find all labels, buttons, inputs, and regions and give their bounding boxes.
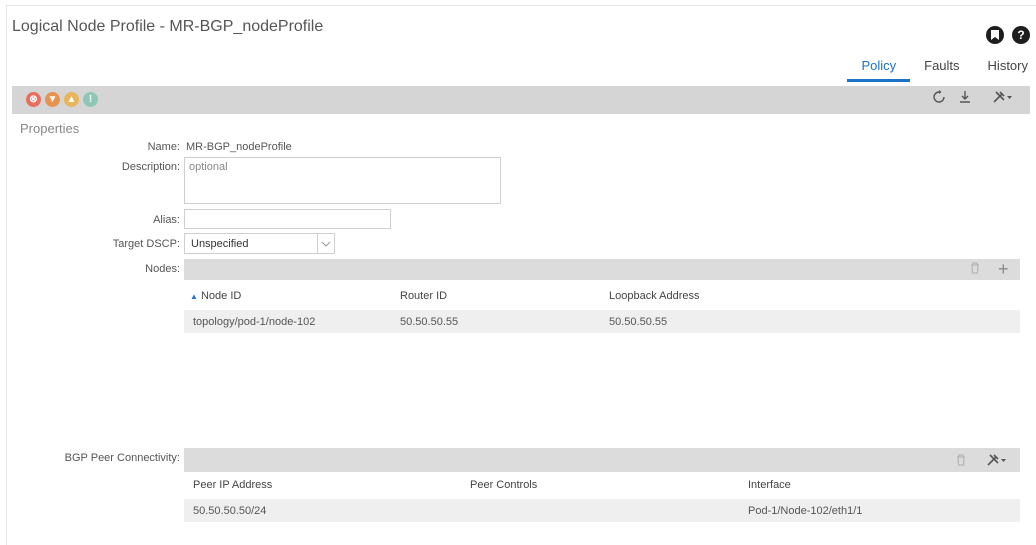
- description-label: Description:: [121, 161, 180, 173]
- nodes-table-toolbar: +: [184, 259, 1020, 280]
- bgp-peer-connectivity-label: BGP Peer Connectivity:: [64, 452, 180, 464]
- refresh-icon[interactable]: [932, 90, 946, 107]
- tab-history[interactable]: History: [974, 54, 1036, 82]
- alias-field[interactable]: [184, 209, 391, 229]
- add-icon[interactable]: +: [998, 259, 1009, 280]
- warning-fault-icon[interactable]: !: [83, 92, 98, 107]
- alias-label: Alias:: [153, 214, 180, 226]
- peer-ip-cell: 50.50.50.50/24: [193, 505, 267, 517]
- tab-policy[interactable]: Policy: [847, 54, 911, 82]
- header-icons: ?: [986, 26, 1030, 44]
- tab-bar: Policy Faults History: [847, 54, 1036, 82]
- nodes-label: Nodes:: [145, 263, 180, 275]
- delete-icon[interactable]: [970, 261, 980, 277]
- page-title: Logical Node Profile - MR-BGP_nodeProfil…: [12, 18, 324, 35]
- sort-asc-icon: ▲: [190, 292, 198, 301]
- tools-icon[interactable]: [986, 453, 1008, 470]
- minor-fault-icon[interactable]: ▲: [64, 92, 79, 107]
- tools-icon[interactable]: [992, 90, 1014, 107]
- download-icon[interactable]: [958, 90, 972, 107]
- name-value: MR-BGP_nodeProfile: [186, 141, 292, 153]
- target-dscp-value: Unspecified: [191, 238, 249, 250]
- major-fault-icon[interactable]: ▼: [45, 92, 60, 107]
- col-peer-ip-address[interactable]: Peer IP Address: [193, 479, 272, 491]
- col-loopback-address[interactable]: Loopback Address: [609, 290, 700, 302]
- target-dscp-label: Target DSCP:: [112, 238, 180, 250]
- col-node-id[interactable]: ▲ Node ID: [190, 290, 241, 302]
- interface-cell: Pod-1/Node-102/eth1/1: [748, 505, 863, 517]
- loopback-address-cell: 50.50.50.55: [609, 316, 668, 328]
- name-label: Name:: [147, 141, 180, 153]
- col-node-id-label: Node ID: [200, 290, 242, 302]
- properties-section-label: Properties: [20, 121, 80, 136]
- chevron-down-icon: [317, 234, 334, 253]
- help-icon[interactable]: ?: [1012, 26, 1030, 44]
- target-dscp-select[interactable]: Unspecified: [184, 233, 335, 254]
- col-peer-controls[interactable]: Peer Controls: [470, 479, 537, 491]
- delete-icon[interactable]: [956, 453, 966, 469]
- critical-fault-icon[interactable]: ⊗: [26, 92, 41, 107]
- description-field[interactable]: optional: [184, 157, 501, 204]
- tab-faults[interactable]: Faults: [910, 54, 973, 82]
- col-interface[interactable]: Interface: [748, 479, 791, 491]
- table-row[interactable]: topology/pod-1/node-102 50.50.50.55 50.5…: [184, 310, 1020, 333]
- node-id-cell: topology/pod-1/node-102: [193, 316, 316, 328]
- bookmark-icon[interactable]: [986, 26, 1004, 44]
- bgp-table-toolbar: [184, 448, 1020, 472]
- table-row[interactable]: 50.50.50.50/24 Pod-1/Node-102/eth1/1: [184, 499, 1020, 522]
- toolbar: ⊗ ▼ ▲ !: [12, 86, 1030, 114]
- router-id-cell: 50.50.50.55: [400, 316, 459, 328]
- col-router-id[interactable]: Router ID: [400, 290, 447, 302]
